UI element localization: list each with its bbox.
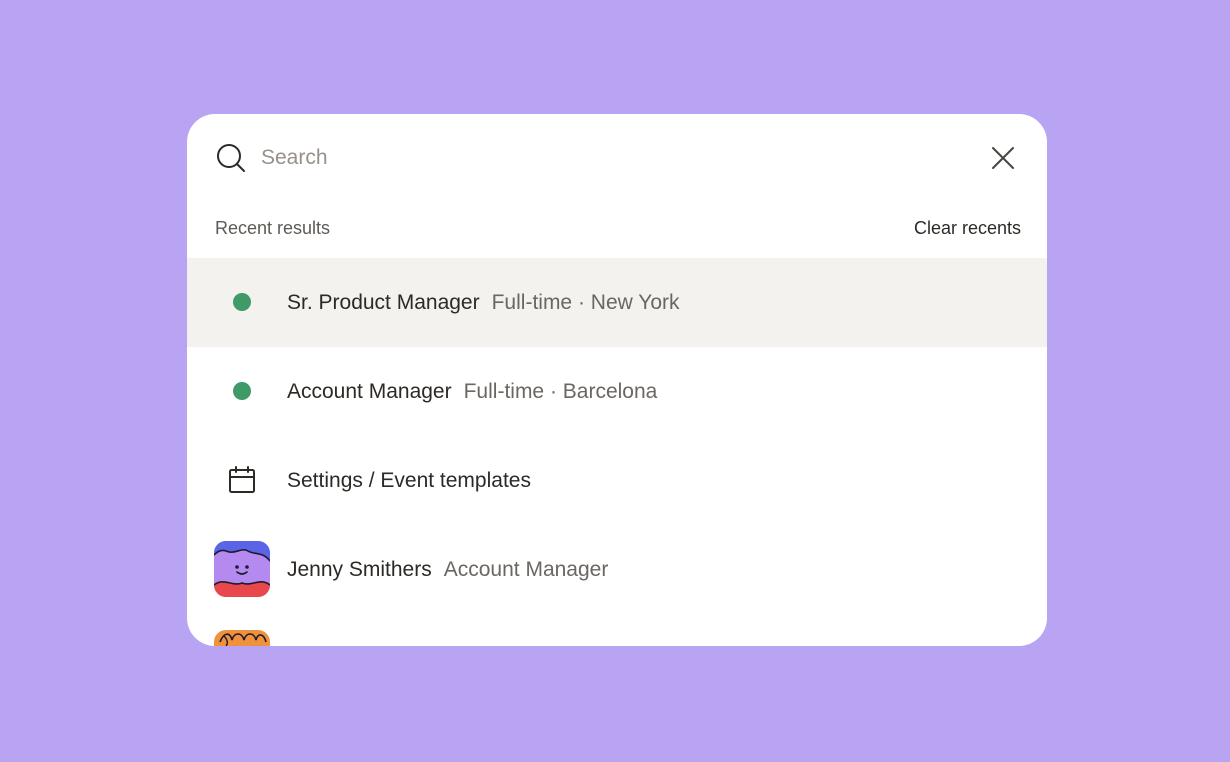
result-item-partial[interactable]: [187, 614, 1047, 646]
result-subtitle: Account Manager: [443, 558, 609, 581]
result-item-jenny-smithers[interactable]: Jenny Smithers Account Manager: [187, 525, 1047, 614]
recent-results-header: Recent results Clear recents: [187, 210, 1047, 246]
search-panel: Recent results Clear recents Sr. Product…: [187, 114, 1047, 646]
status-dot-icon: [233, 293, 251, 311]
search-bar: [187, 114, 1047, 202]
result-title: Settings / Event templates: [287, 469, 531, 492]
result-item-event-templates[interactable]: Settings / Event templates: [187, 436, 1047, 525]
result-subtitle: Full-time · New York: [491, 291, 680, 314]
results-list: Sr. Product Manager Full-time · New York …: [187, 258, 1047, 646]
section-title: Recent results: [215, 218, 331, 238]
result-item-sr-product-manager[interactable]: Sr. Product Manager Full-time · New York: [187, 258, 1047, 347]
result-title: Account Manager: [287, 380, 452, 403]
avatar: [214, 541, 270, 597]
result-title: Sr. Product Manager: [287, 291, 480, 314]
search-input[interactable]: [261, 140, 941, 176]
clear-recents-button[interactable]: Clear recents: [914, 218, 1021, 239]
calendar-icon: [229, 466, 255, 493]
result-title: Jenny Smithers: [287, 558, 432, 581]
close-button[interactable]: [988, 143, 1018, 173]
close-icon: [992, 147, 1014, 169]
status-dot-icon: [233, 382, 251, 400]
result-item-account-manager[interactable]: Account Manager Full-time · Barcelona: [187, 347, 1047, 436]
result-subtitle: Full-time · Barcelona: [463, 380, 658, 403]
search-icon: [217, 144, 245, 172]
avatar: [214, 630, 270, 646]
